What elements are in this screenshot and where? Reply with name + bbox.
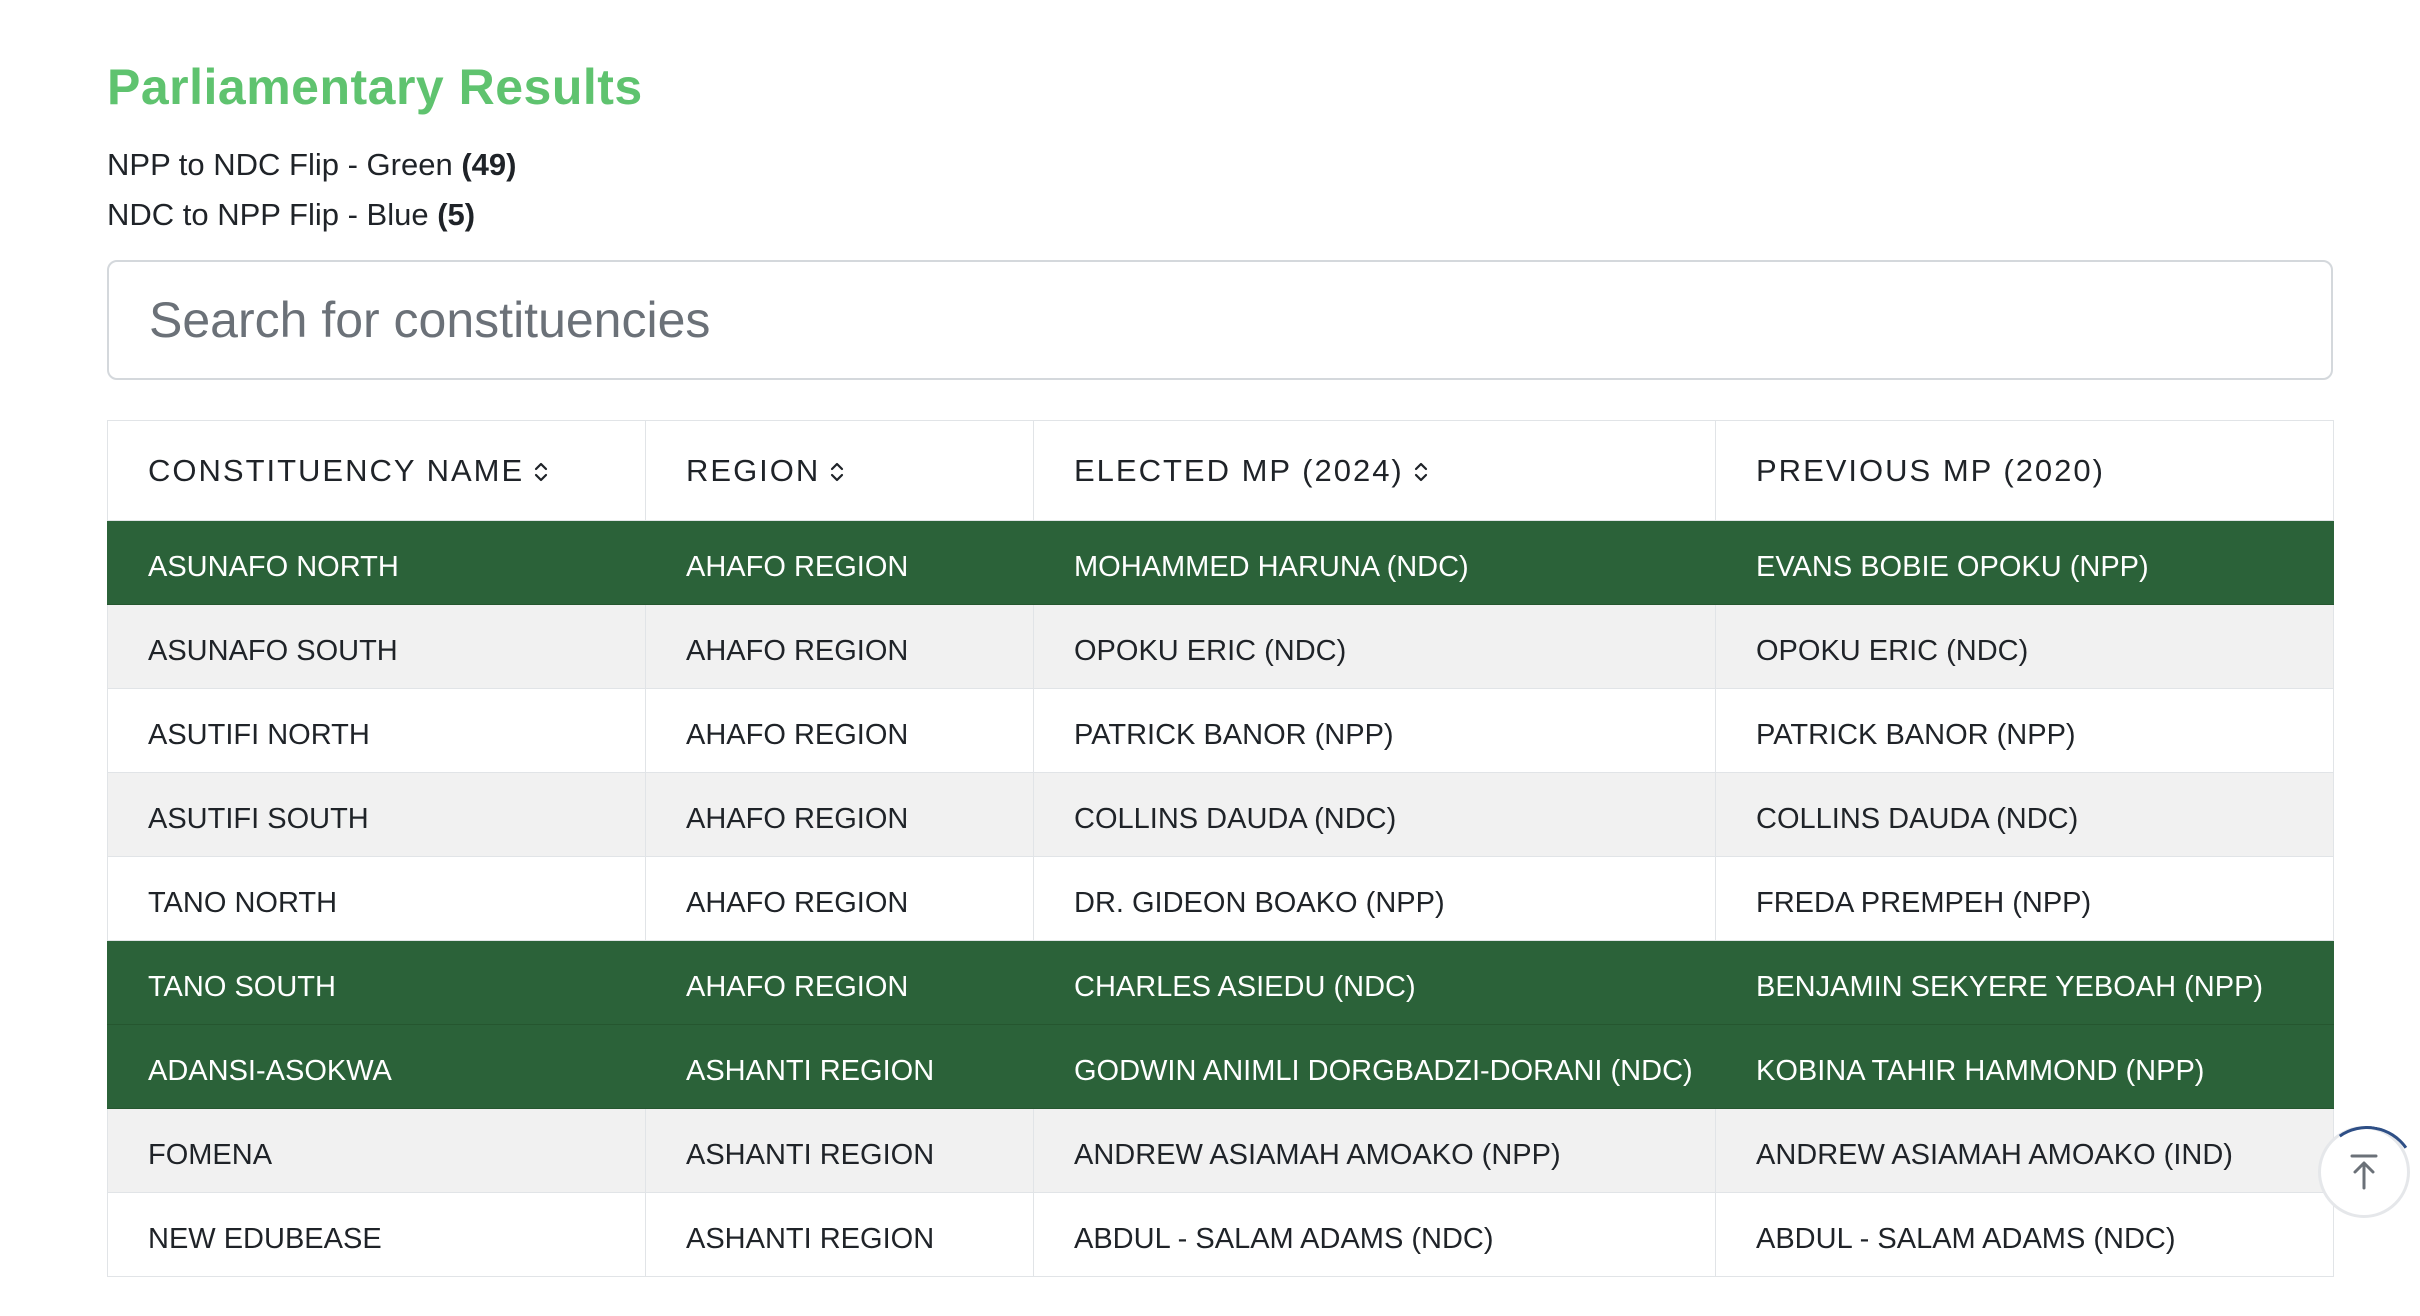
- results-table: CONSTITUENCY NAME REGION ELECTED MP (202…: [107, 420, 2334, 1277]
- cell-previous-mp: BENJAMIN SEKYERE YEBOAH (NPP): [1715, 940, 2334, 1025]
- cell-constituency-name: ASUNAFO NORTH: [107, 520, 646, 605]
- cell-previous-mp: PATRICK BANOR (NPP): [1715, 688, 2334, 773]
- cell-region: AHAFO REGION: [645, 772, 1034, 857]
- legend-green-flip: NPP to NDC Flip - Green (49): [107, 147, 516, 183]
- scroll-to-top-button[interactable]: [2318, 1126, 2410, 1218]
- cell-elected-mp: ABDUL - SALAM ADAMS (NDC): [1033, 1192, 1716, 1277]
- cell-region: ASHANTI REGION: [645, 1108, 1034, 1193]
- table-row: NEW EDUBEASE ASHANTI REGION ABDUL - SALAM …: [107, 1192, 2334, 1277]
- cell-constituency-name: ASUNAFO SOUTH: [107, 604, 646, 689]
- cell-previous-mp: ANDREW ASIAMAH AMOAKO (IND): [1715, 1108, 2334, 1193]
- cell-elected-mp: GODWIN ANIMLI DORGBADZI-DORANI (NDC): [1033, 1024, 1716, 1109]
- cell-constituency-name: TANO SOUTH: [107, 940, 646, 1025]
- cell-region: AHAFO REGION: [645, 856, 1034, 941]
- legend-blue-count: (5): [437, 197, 476, 232]
- legend-green-label: NPP to NDC Flip - Green: [107, 147, 453, 182]
- arrow-up-to-top-icon: [2350, 1154, 2378, 1190]
- search-input[interactable]: [107, 260, 2333, 380]
- table-row: FOMENA ASHANTI REGION ANDREW ASIAMAH AMOAK…: [107, 1108, 2334, 1193]
- header-previous-mp: PREVIOUS MP (2020): [1715, 420, 2334, 521]
- cell-region: AHAFO REGION: [645, 604, 1034, 689]
- table-row: ASUTIFI SOUTH AHAFO REGION COLLINS DAUDA (…: [107, 772, 2334, 857]
- cell-previous-mp: KOBINA TAHIR HAMMOND (NPP): [1715, 1024, 2334, 1109]
- header-constituency-name[interactable]: CONSTITUENCY NAME: [107, 420, 646, 521]
- cell-region: ASHANTI REGION: [645, 1024, 1034, 1109]
- cell-elected-mp: MOHAMMED HARUNA (NDC): [1033, 520, 1716, 605]
- cell-region: AHAFO REGION: [645, 940, 1034, 1025]
- cell-elected-mp: DR. GIDEON BOAKO (NPP): [1033, 856, 1716, 941]
- table-row: TANO SOUTH AHAFO REGION CHARLES ASIEDU (ND…: [107, 940, 2334, 1025]
- table-row: ASUNAFO SOUTH AHAFO REGION OPOKU ERIC (NDC…: [107, 604, 2334, 689]
- cell-region: ASHANTI REGION: [645, 1192, 1034, 1277]
- cell-elected-mp: PATRICK BANOR (NPP): [1033, 688, 1716, 773]
- header-elected-label: ELECTED MP (2024): [1074, 452, 1404, 488]
- cell-elected-mp: OPOKU ERIC (NDC): [1033, 604, 1716, 689]
- cell-constituency-name: ASUTIFI SOUTH: [107, 772, 646, 857]
- cell-constituency-name: TANO NORTH: [107, 856, 646, 941]
- header-region[interactable]: REGION: [645, 420, 1034, 521]
- cell-region: AHAFO REGION: [645, 688, 1034, 773]
- sort-updown-icon[interactable]: [532, 460, 550, 484]
- header-constituency-label: CONSTITUENCY NAME: [148, 452, 525, 488]
- table-row: ASUTIFI NORTH AHAFO REGION PATRICK BANOR (…: [107, 688, 2334, 773]
- page-title: Parliamentary Results: [107, 59, 643, 115]
- cell-previous-mp: OPOKU ERIC (NDC): [1715, 604, 2334, 689]
- cell-previous-mp: ABDUL - SALAM ADAMS (NDC): [1715, 1192, 2334, 1277]
- cell-region: AHAFO REGION: [645, 520, 1034, 605]
- sort-updown-icon[interactable]: [828, 460, 846, 484]
- header-elected-mp[interactable]: ELECTED MP (2024): [1033, 420, 1716, 521]
- header-previous-label: PREVIOUS MP (2020): [1756, 452, 2105, 488]
- legend-blue-flip: NDC to NPP Flip - Blue (5): [107, 197, 475, 233]
- cell-constituency-name: NEW EDUBEASE: [107, 1192, 646, 1277]
- cell-previous-mp: EVANS BOBIE OPOKU (NPP): [1715, 520, 2334, 605]
- cell-previous-mp: FREDA PREMPEH (NPP): [1715, 856, 2334, 941]
- legend-green-count: (49): [461, 147, 517, 182]
- cell-elected-mp: COLLINS DAUDA (NDC): [1033, 772, 1716, 857]
- results-table-container: CONSTITUENCY NAME REGION ELECTED MP (202…: [107, 420, 2334, 1277]
- cell-previous-mp: COLLINS DAUDA (NDC): [1715, 772, 2334, 857]
- table-body: ASUNAFO NORTH AHAFO REGION MOHAMMED HARUNA…: [107, 520, 2334, 1277]
- sort-updown-icon[interactable]: [1412, 460, 1430, 484]
- page: Parliamentary Results NPP to NDC Flip - …: [0, 0, 2420, 1316]
- table-row: ASUNAFO NORTH AHAFO REGION MOHAMMED HARUNA…: [107, 520, 2334, 605]
- cell-constituency-name: FOMENA: [107, 1108, 646, 1193]
- table-row: ADANSI-ASOKWA ASHANTI REGION GODWIN ANIMLI…: [107, 1024, 2334, 1109]
- cell-constituency-name: ADANSI-ASOKWA: [107, 1024, 646, 1109]
- legend-blue-label: NDC to NPP Flip - Blue: [107, 197, 429, 232]
- table-header-row: CONSTITUENCY NAME REGION ELECTED MP (202…: [107, 420, 2334, 521]
- cell-elected-mp: CHARLES ASIEDU (NDC): [1033, 940, 1716, 1025]
- header-region-label: REGION: [686, 452, 821, 488]
- cell-constituency-name: ASUTIFI NORTH: [107, 688, 646, 773]
- table-row: TANO NORTH AHAFO REGION DR. GIDEON BOAKO (…: [107, 856, 2334, 941]
- cell-elected-mp: ANDREW ASIAMAH AMOAKO (NPP): [1033, 1108, 1716, 1193]
